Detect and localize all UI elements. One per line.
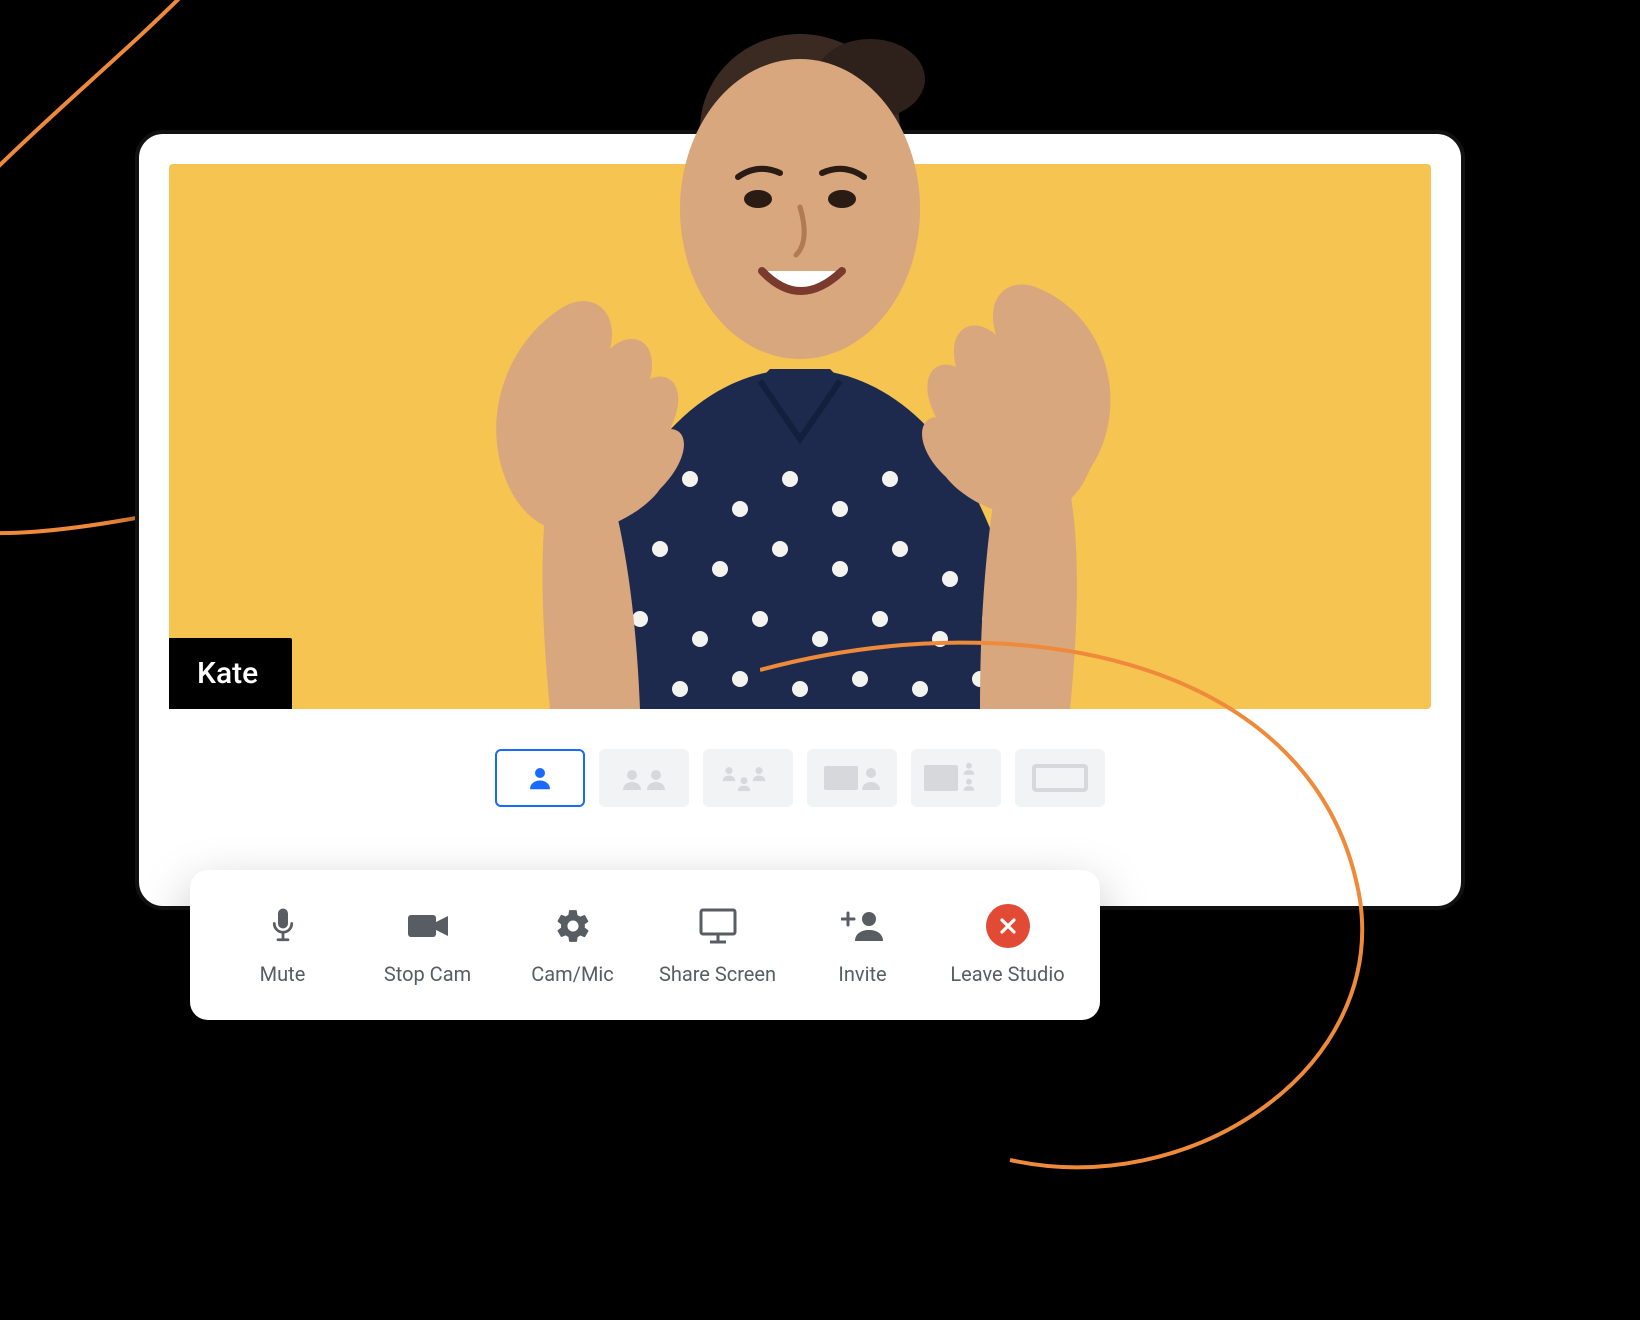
video-stage: Kate: [169, 164, 1431, 709]
screen-share-icon: [697, 906, 739, 946]
participant-name-tag: Kate: [169, 638, 292, 709]
mute-label: Mute: [260, 962, 306, 986]
layout-option-two[interactable]: [599, 749, 689, 807]
studio-window: Kate: [135, 130, 1465, 910]
share-screen-button[interactable]: Share Screen: [645, 894, 790, 996]
close-icon: [986, 904, 1030, 948]
participant-video: [390, 9, 1210, 709]
leave-studio-button[interactable]: Leave Studio: [935, 894, 1080, 996]
person-solo-icon: [525, 763, 555, 793]
layout-option-full[interactable]: [1015, 749, 1105, 807]
layout-option-screen-one[interactable]: [807, 749, 897, 807]
layout-two-icon: [617, 763, 671, 793]
gear-icon: [554, 907, 592, 945]
cam-mic-label: Cam/Mic: [531, 962, 613, 986]
mic-icon: [268, 906, 298, 946]
share-screen-label: Share Screen: [659, 962, 776, 986]
layout-option-screen-two[interactable]: [911, 749, 1001, 807]
leave-label: Leave Studio: [950, 962, 1064, 986]
layout-screen-one-icon: [820, 760, 884, 796]
layout-three-icon: [718, 761, 778, 795]
layout-option-three[interactable]: [703, 749, 793, 807]
layout-full-icon: [1028, 760, 1092, 796]
stop-cam-label: Stop Cam: [384, 962, 471, 986]
invite-label: Invite: [838, 962, 886, 986]
stop-cam-button[interactable]: Stop Cam: [355, 894, 500, 996]
control-toolbar: Mute Stop Cam Cam/Mic Share Screen: [190, 870, 1100, 1020]
layout-selector: [169, 749, 1431, 807]
cam-mic-settings-button[interactable]: Cam/Mic: [500, 894, 645, 996]
camera-icon: [406, 911, 450, 941]
add-user-icon: [841, 909, 885, 943]
mute-button[interactable]: Mute: [210, 894, 355, 996]
participant-name: Kate: [197, 656, 258, 691]
invite-button[interactable]: Invite: [790, 894, 935, 996]
layout-option-solo[interactable]: [495, 749, 585, 807]
layout-screen-two-icon: [921, 759, 991, 797]
